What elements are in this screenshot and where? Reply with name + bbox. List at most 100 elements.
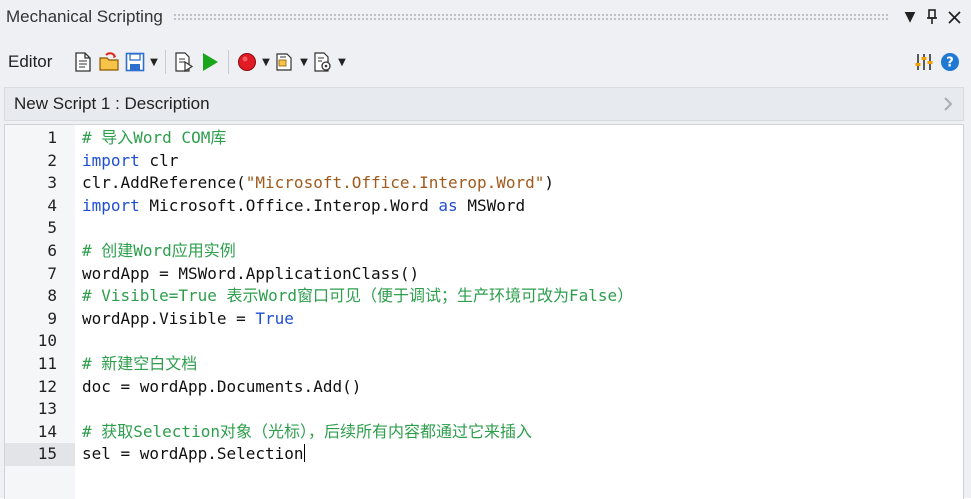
line-number: 7 <box>47 263 57 283</box>
code-token: as <box>438 195 458 215</box>
code-line[interactable]: 10 <box>5 330 963 353</box>
code-token: import <box>82 150 140 170</box>
document-settings-icon <box>314 52 331 72</box>
code-text: doc = wordApp.Documents.Add() <box>82 376 361 399</box>
code-line[interactable]: 12 doc = wordApp.Documents.Add() <box>5 376 963 399</box>
record-icon <box>238 53 256 71</box>
script-description-bar[interactable]: New Script 1 : Description <box>4 87 964 121</box>
new-script-button[interactable] <box>70 49 96 75</box>
editor-label: Editor <box>8 52 53 71</box>
line-number: 9 <box>47 308 57 328</box>
code-token: True <box>255 308 294 328</box>
code-line[interactable]: 9 wordApp.Visible = True <box>5 308 963 331</box>
code-lines: 1 # 导入Word COM库 2 import clr 3 clr.AddReferen… <box>5 127 963 466</box>
open-folder-icon <box>99 52 119 71</box>
code-token: import <box>82 195 140 215</box>
code-line[interactable]: 13 <box>5 398 963 421</box>
run-script-button[interactable] <box>197 49 223 75</box>
text-caret <box>303 444 305 463</box>
line-number: 3 <box>47 173 57 193</box>
code-token: # Visible=True 表示Word窗口可见（便于调试；生产环境可改为Fa… <box>82 286 634 306</box>
panel-title-bar: Mechanical Scripting ▼ <box>0 0 971 34</box>
line-number: 8 <box>47 286 57 306</box>
line-number: 11 <box>37 353 57 373</box>
code-line[interactable]: 7 wordApp = MSWord.ApplicationClass() <box>5 263 963 286</box>
snippets-icon <box>276 53 292 71</box>
close-icon[interactable] <box>943 6 965 28</box>
line-number: 1 <box>47 128 57 147</box>
line-number: 5 <box>47 218 57 238</box>
run-selection-icon <box>175 52 194 72</box>
options-button[interactable] <box>911 49 937 75</box>
toolbar-separator <box>228 50 229 74</box>
code-token: wordApp = MSWord.ApplicationClass() <box>82 263 420 283</box>
debug-tools-dropdown[interactable]: ▼ <box>336 49 348 75</box>
snippets-dropdown[interactable]: ▼ <box>298 49 310 75</box>
code-line[interactable]: 1 # 导入Word COM库 <box>5 127 963 150</box>
code-token: wordApp.Visible = <box>82 308 256 328</box>
code-token: Microsoft.Office.Interop.Word <box>139 195 439 215</box>
code-line[interactable]: 11 # 新建空白文档 <box>5 353 963 376</box>
code-token: clr.AddReference( <box>82 173 246 193</box>
code-line[interactable]: 5 <box>5 217 963 240</box>
code-token: ) <box>544 173 555 193</box>
code-line[interactable]: 3 clr.AddReference("Microsoft.Office.Inte… <box>5 172 963 195</box>
code-token: # 创建Word应用实例 <box>82 240 236 260</box>
script-description-label: New Script 1 : Description <box>14 94 210 113</box>
code-text: # 新建空白文档 <box>82 353 197 376</box>
code-token: sel = wordApp.Selection <box>82 444 304 464</box>
run-selection-button[interactable] <box>171 49 197 75</box>
svg-text:?: ? <box>946 56 954 71</box>
code-text: sel = wordApp.Selection <box>82 443 305 466</box>
save-icon <box>125 52 145 72</box>
code-line[interactable]: 4 import Microsoft.Office.Interop.Word as… <box>5 195 963 218</box>
chevron-right-icon[interactable] <box>933 96 963 112</box>
code-text: wordApp = MSWord.ApplicationClass() <box>82 263 419 286</box>
code-token: # 导入Word COM库 <box>82 128 227 147</box>
code-text: import Microsoft.Office.Interop.Word as … <box>82 195 525 218</box>
line-number: 4 <box>47 195 57 215</box>
new-document-icon <box>75 52 91 72</box>
snippets-button[interactable] <box>272 49 298 75</box>
open-script-button[interactable] <box>96 49 122 75</box>
window-position-dropdown-icon[interactable]: ▼ <box>899 6 921 28</box>
line-number: 2 <box>47 150 57 170</box>
record-button[interactable] <box>234 49 260 75</box>
line-number: 10 <box>37 331 57 351</box>
code-text: wordApp.Visible = True <box>82 308 294 331</box>
line-number: 12 <box>37 376 57 396</box>
code-editor[interactable]: 1 # 导入Word COM库 2 import clr 3 clr.AddReferen… <box>4 124 964 499</box>
settings-sliders-icon <box>915 54 933 70</box>
mechanical-scripting-panel: Mechanical Scripting ▼ Editor ▼ ▼ ▼ ▼ ? … <box>0 0 971 499</box>
code-token: "Microsoft.Office.Interop.Word" <box>245 173 545 193</box>
code-text: # 导入Word COM库 <box>82 127 226 150</box>
code-token: clr <box>139 150 179 170</box>
save-options-dropdown[interactable]: ▼ <box>148 49 160 75</box>
code-token: doc = wordApp.Documents.Add() <box>82 376 362 396</box>
save-script-button[interactable] <box>122 49 148 75</box>
code-line[interactable]: 6 # 创建Word应用实例 <box>5 240 963 263</box>
record-options-dropdown[interactable]: ▼ <box>260 49 272 75</box>
line-number: 15 <box>5 443 75 466</box>
help-icon: ? <box>941 53 959 71</box>
code-token: # 新建空白文档 <box>82 353 198 373</box>
line-number: 14 <box>37 421 57 441</box>
drag-grip[interactable] <box>172 13 889 21</box>
panel-title: Mechanical Scripting <box>6 7 163 26</box>
code-line[interactable]: 14 # 获取Selection对象（光标），后续所有内容都通过它来插入 <box>5 421 963 444</box>
code-line[interactable]: 15 sel = wordApp.Selection <box>5 443 963 466</box>
code-token: # 获取Selection对象（光标），后续所有内容都通过它来插入 <box>82 421 532 441</box>
editor-toolbar: Editor ▼ ▼ ▼ ▼ ? <box>0 44 971 80</box>
code-token: MSWord <box>457 195 526 215</box>
pin-icon[interactable] <box>921 6 943 28</box>
line-number: 13 <box>37 399 57 419</box>
code-line[interactable]: 8 # Visible=True 表示Word窗口可见（便于调试；生产环境可改为F… <box>5 285 963 308</box>
code-text: # 创建Word应用实例 <box>82 240 236 263</box>
debug-tools-button[interactable] <box>310 49 336 75</box>
code-text: # Visible=True 表示Word窗口可见（便于调试；生产环境可改为Fa… <box>82 285 633 308</box>
code-line[interactable]: 2 import clr <box>5 150 963 173</box>
help-button[interactable]: ? <box>937 49 963 75</box>
code-text: # 获取Selection对象（光标），后续所有内容都通过它来插入 <box>82 421 532 444</box>
toolbar-separator <box>165 50 166 74</box>
code-text: import clr <box>82 150 178 173</box>
